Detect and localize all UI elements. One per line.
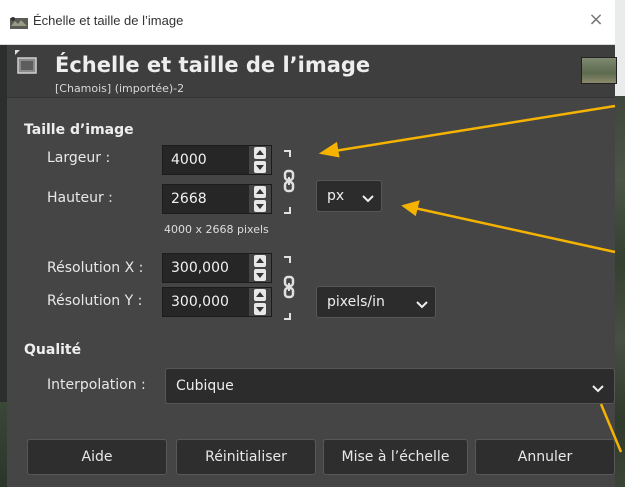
scale-image-dialog: Échelle et taille de l’image [Chamois] (… [7,45,617,487]
chevron-down-icon [591,380,605,393]
width-stepper[interactable] [249,146,271,174]
width-value: 4000 [171,152,207,168]
decrement-icon[interactable] [254,200,266,212]
width-spinbox[interactable]: 4000 [162,145,272,175]
increment-icon[interactable] [254,289,266,301]
chain-link-icon[interactable] [281,149,297,215]
dialog-title: Échelle et taille de l’image [55,53,371,77]
resolution-x-label: Résolution X : [47,260,144,276]
increment-icon[interactable] [254,255,266,267]
increment-icon[interactable] [254,147,266,159]
interpolation-value: Cubique [176,378,234,394]
decrement-icon[interactable] [254,161,266,173]
scale-image-icon [14,49,38,75]
resolution-unit-value: pixels/in [327,294,385,310]
resolution-y-spinbox[interactable]: 300,000 [162,287,272,317]
scale-button[interactable]: Mise à l’échelle [323,439,468,475]
window-title: Échelle et taille de l’image [33,13,184,28]
interpolation-label: Interpolation : [47,377,146,393]
interpolation-dropdown[interactable]: Cubique [165,368,615,404]
window-titlebar: Échelle et taille de l’image × [0,0,615,45]
unit-dropdown[interactable]: px [316,180,382,212]
chevron-down-icon [361,190,375,203]
image-size-section-label: Taille d’image [24,122,134,138]
image-thumbnail [581,57,617,84]
decrement-icon[interactable] [254,303,266,315]
gimp-app-icon [10,15,28,29]
width-label: Largeur : [47,150,111,166]
height-spinbox[interactable]: 2668 [162,184,272,214]
reset-button[interactable]: Réinitialiser [176,439,316,475]
cancel-button[interactable]: Annuler [475,439,615,475]
height-value: 2668 [171,191,207,207]
chevron-down-icon [415,296,429,309]
quality-section-label: Qualité [24,342,82,358]
resolution-unit-dropdown[interactable]: pixels/in [316,286,436,318]
close-icon[interactable]: × [585,9,607,31]
resolution-y-label: Résolution Y : [47,293,143,309]
background-photo-left [0,402,7,487]
resolution-x-stepper[interactable] [249,254,271,282]
dialog-header: Échelle et taille de l’image [Chamois] (… [7,45,617,98]
resolution-x-value: 300,000 [171,260,229,276]
dialog-subtitle: [Chamois] (importée)-2 [55,82,185,95]
increment-icon[interactable] [254,186,266,198]
unit-value: px [327,188,345,204]
help-button[interactable]: Aide [27,439,167,475]
resolution-x-spinbox[interactable]: 300,000 [162,253,272,283]
height-stepper[interactable] [249,185,271,213]
resolution-chain-link-icon[interactable] [281,255,297,321]
resolution-y-value: 300,000 [171,294,229,310]
height-label: Hauteur : [47,190,113,206]
pixel-summary: 4000 x 2668 pixels [164,223,269,236]
resolution-y-stepper[interactable] [249,288,271,316]
decrement-icon[interactable] [254,269,266,281]
